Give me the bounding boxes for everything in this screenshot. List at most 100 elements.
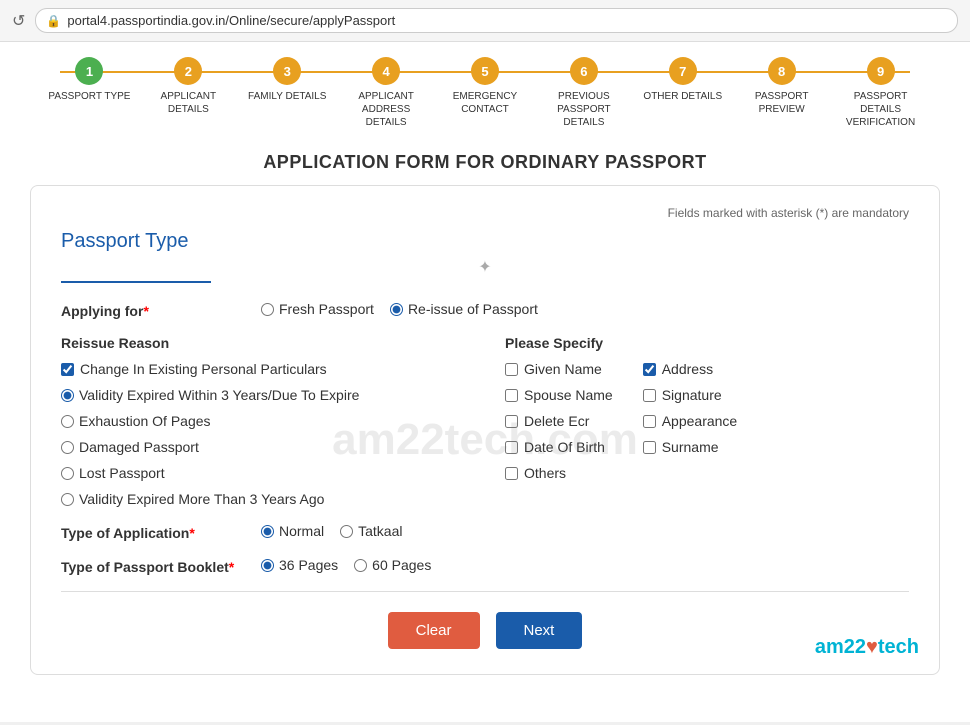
required-asterisk-3: *	[229, 559, 234, 575]
lost-passport-option[interactable]: Lost Passport	[61, 465, 465, 481]
step-label-5: EMERGENCY CONTACT	[440, 90, 530, 116]
date-of-birth-option[interactable]: Date Of Birth	[505, 439, 613, 455]
steps-container: 1 PASSPORT TYPE 2 APPLICANT DETAILS 3 FA…	[0, 42, 970, 134]
lost-passport-radio[interactable]	[61, 467, 74, 480]
step-label-1: PASSPORT TYPE	[48, 90, 130, 103]
booklet-options: 36 Pages 60 Pages	[261, 557, 431, 573]
validity-expired-option[interactable]: Validity Expired Within 3 Years/Due To E…	[61, 387, 465, 403]
address-option[interactable]: Address	[643, 361, 738, 377]
type-of-application-row: Type of Application* Normal Tatkaal	[61, 523, 909, 541]
mandatory-note: Fields marked with asterisk (*) are mand…	[61, 206, 909, 220]
step-3[interactable]: 3 FAMILY DETAILS	[238, 57, 337, 103]
section-divider	[61, 281, 211, 283]
step-label-8: PASSPORT PREVIEW	[737, 90, 827, 116]
validity-more-radio[interactable]	[61, 493, 74, 506]
type-of-application-options: Normal Tatkaal	[261, 523, 402, 539]
step-8[interactable]: 8 PASSPORT PREVIEW	[732, 57, 831, 116]
step-2[interactable]: 2 APPLICANT DETAILS	[139, 57, 238, 116]
step-circle-3: 3	[273, 57, 301, 85]
tatkaal-radio[interactable]	[340, 525, 353, 538]
reissue-section: Reissue Reason Change In Existing Person…	[61, 335, 909, 507]
step-6[interactable]: 6 PREVIOUS PASSPORT DETAILS	[534, 57, 633, 129]
applying-for-options: Fresh Passport Re-issue of Passport	[261, 301, 538, 317]
required-asterisk: *	[143, 303, 148, 319]
required-asterisk-2: *	[189, 525, 194, 541]
spouse-name-checkbox[interactable]	[505, 389, 518, 402]
fresh-passport-radio[interactable]	[261, 303, 274, 316]
tatkaal-option[interactable]: Tatkaal	[340, 523, 402, 539]
change-particulars-option[interactable]: Change In Existing Personal Particulars	[61, 361, 465, 377]
reissue-passport-option[interactable]: Re-issue of Passport	[390, 301, 538, 317]
exhaustion-pages-option[interactable]: Exhaustion Of Pages	[61, 413, 465, 429]
validity-expired-radio[interactable]	[61, 389, 74, 402]
section-title: Passport Type	[61, 230, 909, 253]
surname-checkbox[interactable]	[643, 441, 656, 454]
surname-option[interactable]: Surname	[643, 439, 738, 455]
signature-label: Signature	[662, 387, 722, 403]
booklet-row: Type of Passport Booklet* 36 Pages 60 Pa…	[61, 557, 909, 575]
damaged-passport-radio[interactable]	[61, 441, 74, 454]
main-content: 1 PASSPORT TYPE 2 APPLICANT DETAILS 3 FA…	[0, 42, 970, 722]
others-checkbox[interactable]	[505, 467, 518, 480]
step-5[interactable]: 5 EMERGENCY CONTACT	[436, 57, 535, 116]
next-button[interactable]: Next	[496, 612, 583, 649]
given-name-checkbox[interactable]	[505, 363, 518, 376]
form-body: am22tech.com Passport Type ✦ Applying fo…	[61, 230, 909, 649]
signature-option[interactable]: Signature	[643, 387, 738, 403]
damaged-passport-option[interactable]: Damaged Passport	[61, 439, 465, 455]
steps-track: 1 PASSPORT TYPE 2 APPLICANT DETAILS 3 FA…	[20, 57, 950, 129]
reissue-passport-radio[interactable]	[390, 303, 403, 316]
fresh-passport-option[interactable]: Fresh Passport	[261, 301, 374, 317]
validity-more-option[interactable]: Validity Expired More Than 3 Years Ago	[61, 491, 465, 507]
delete-ecr-option[interactable]: Delete Ecr	[505, 413, 613, 429]
step-label-2: APPLICANT DETAILS	[143, 90, 233, 116]
exhaustion-pages-radio[interactable]	[61, 415, 74, 428]
validity-more-label: Validity Expired More Than 3 Years Ago	[79, 491, 324, 507]
fresh-passport-label: Fresh Passport	[279, 301, 374, 317]
60pages-label: 60 Pages	[372, 557, 431, 573]
damaged-passport-label: Damaged Passport	[79, 439, 199, 455]
step-1[interactable]: 1 PASSPORT TYPE	[40, 57, 139, 103]
address-checkbox[interactable]	[643, 363, 656, 376]
step-circle-6: 6	[570, 57, 598, 85]
signature-checkbox[interactable]	[643, 389, 656, 402]
others-option[interactable]: Others	[505, 465, 613, 481]
36pages-radio[interactable]	[261, 559, 274, 572]
others-label: Others	[524, 465, 566, 481]
reissue-reason: Reissue Reason Change In Existing Person…	[61, 335, 465, 507]
page-title: APPLICATION FORM FOR ORDINARY PASSPORT	[0, 134, 970, 185]
step-circle-9: 9	[867, 57, 895, 85]
lost-passport-label: Lost Passport	[79, 465, 165, 481]
normal-option[interactable]: Normal	[261, 523, 324, 539]
delete-ecr-label: Delete Ecr	[524, 413, 589, 429]
change-particulars-checkbox[interactable]	[61, 363, 74, 376]
refresh-icon[interactable]: ↺	[12, 11, 25, 31]
appearance-checkbox[interactable]	[643, 415, 656, 428]
reissue-reason-options: Change In Existing Personal Particulars …	[61, 361, 465, 507]
date-of-birth-checkbox[interactable]	[505, 441, 518, 454]
tatkaal-label: Tatkaal	[358, 523, 402, 539]
date-of-birth-label: Date Of Birth	[524, 439, 605, 455]
60pages-option[interactable]: 60 Pages	[354, 557, 431, 573]
spouse-name-option[interactable]: Spouse Name	[505, 387, 613, 403]
browser-bar: ↺ 🔒 portal4.passportindia.gov.in/Online/…	[0, 0, 970, 42]
clear-button[interactable]: Clear	[388, 612, 480, 649]
36pages-option[interactable]: 36 Pages	[261, 557, 338, 573]
please-specify-title: Please Specify	[505, 335, 909, 351]
step-label-3: FAMILY DETAILS	[248, 90, 326, 103]
normal-label: Normal	[279, 523, 324, 539]
validity-expired-label: Validity Expired Within 3 Years/Due To E…	[79, 387, 359, 403]
given-name-option[interactable]: Given Name	[505, 361, 613, 377]
step-9[interactable]: 9 PASSPORT DETAILS VERIFICATION	[831, 57, 930, 129]
surname-label: Surname	[662, 439, 719, 455]
step-circle-1: 1	[75, 57, 103, 85]
form-divider	[61, 591, 909, 592]
normal-radio[interactable]	[261, 525, 274, 538]
delete-ecr-checkbox[interactable]	[505, 415, 518, 428]
60pages-radio[interactable]	[354, 559, 367, 572]
appearance-option[interactable]: Appearance	[643, 413, 738, 429]
step-7[interactable]: 7 OTHER DETAILS	[633, 57, 732, 103]
step-4[interactable]: 4 APPLICANT ADDRESS DETAILS	[337, 57, 436, 129]
appearance-label: Appearance	[662, 413, 738, 429]
step-label-4: APPLICANT ADDRESS DETAILS	[341, 90, 431, 129]
